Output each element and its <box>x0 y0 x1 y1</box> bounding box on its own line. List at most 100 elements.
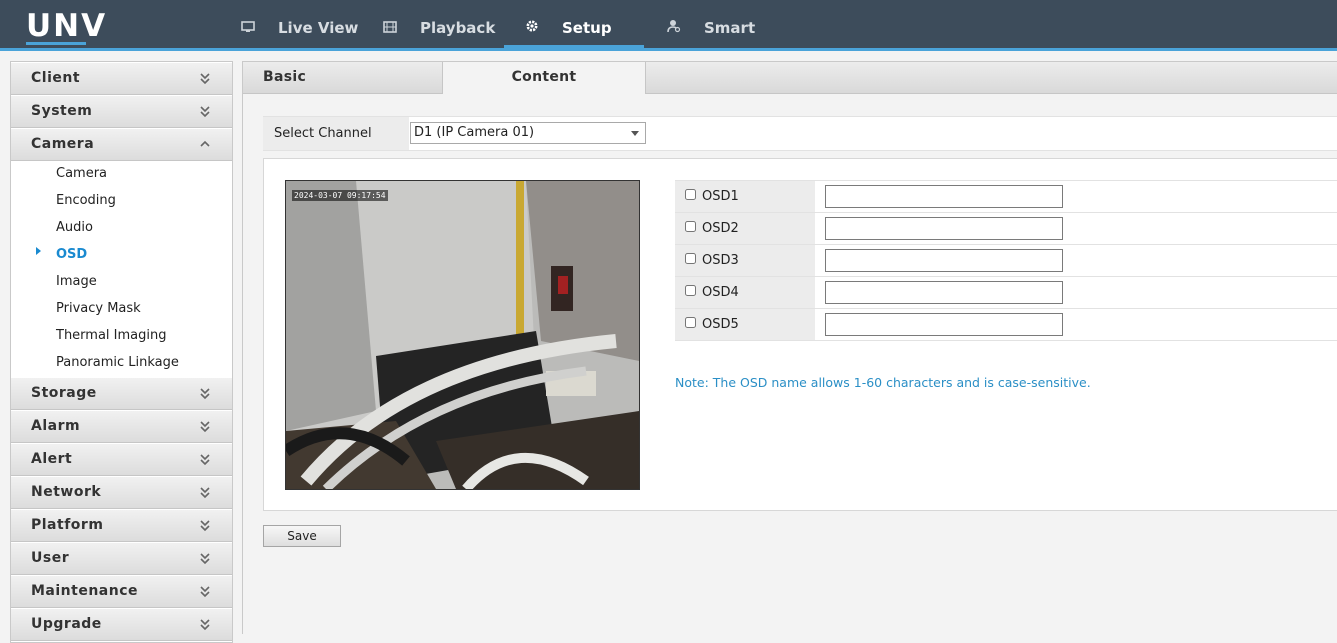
osd3-text-field[interactable] <box>825 249 1063 272</box>
nav-live-view-label: Live View <box>278 19 359 37</box>
osd-row-3: OSD3 <box>675 245 1337 277</box>
preview-timestamp: 2024-03-07 09:17:54 <box>292 190 388 201</box>
sidebar: Client System Camera Camera Encoding Aud… <box>10 61 233 643</box>
sidebar-section-label: Client <box>31 70 81 86</box>
osd-row-4: OSD4 <box>675 277 1337 309</box>
osd-panel: 2024-03-07 09:17:54 OSD1 OSD2 OSD3 OSD4 … <box>263 158 1337 511</box>
osd3-checkbox[interactable] <box>685 253 696 264</box>
osd4-checkbox[interactable] <box>685 285 696 296</box>
sidebar-section-label: Alert <box>31 451 73 467</box>
channel-label: Select Channel <box>263 117 409 150</box>
sidebar-section-label: User <box>31 550 70 566</box>
chevron-double-down-icon <box>200 487 210 499</box>
sidebar-item-image[interactable]: Image <box>56 274 97 289</box>
osd-row-2: OSD2 <box>675 213 1337 245</box>
sidebar-section-maintenance[interactable]: Maintenance <box>11 575 232 608</box>
osd1-text-field[interactable] <box>825 185 1063 208</box>
sidebar-section-camera[interactable]: Camera <box>11 128 232 161</box>
chevron-double-down-icon <box>200 553 210 565</box>
sidebar-section-label: Alarm <box>31 418 81 434</box>
osd2-label: OSD2 <box>702 221 739 236</box>
osd3-label: OSD3 <box>702 253 739 268</box>
nav-smart[interactable]: Smart <box>666 0 755 48</box>
osd-label-cell: OSD2 <box>675 213 815 244</box>
channel-select[interactable]: D1 (IP Camera 01) <box>410 122 646 144</box>
camera-preview[interactable]: 2024-03-07 09:17:54 <box>285 180 640 490</box>
chevron-double-down-icon <box>200 73 210 85</box>
sidebar-section-alarm[interactable]: Alarm <box>11 410 232 443</box>
sidebar-item-thermal-imaging[interactable]: Thermal Imaging <box>56 328 167 343</box>
sidebar-section-label: Platform <box>31 517 104 533</box>
sidebar-section-system[interactable]: System <box>11 95 232 128</box>
main-content: Basic Content Select Channel D1 (IP Came… <box>242 61 1337 634</box>
chevron-double-down-icon <box>200 421 210 433</box>
chevron-double-down-icon <box>200 106 210 118</box>
sidebar-section-storage[interactable]: Storage <box>11 377 232 410</box>
chevron-up-icon <box>200 140 210 147</box>
sidebar-item-camera[interactable]: Camera <box>56 166 107 181</box>
channel-row: Select Channel D1 (IP Camera 01) <box>263 116 1337 151</box>
dropdown-arrow-icon <box>631 131 639 136</box>
sidebar-item-osd[interactable]: OSD <box>56 247 87 262</box>
sidebar-item-privacy-mask[interactable]: Privacy Mask <box>56 301 141 316</box>
chevron-double-down-icon <box>200 388 210 400</box>
tab-basic[interactable]: Basic <box>243 62 443 93</box>
chevron-double-down-icon <box>200 454 210 466</box>
sidebar-section-network[interactable]: Network <box>11 476 232 509</box>
film-icon <box>382 1 398 57</box>
osd4-text-field[interactable] <box>825 281 1063 304</box>
top-navigation-bar: UNV Live View Playback Setup Smart <box>0 0 1337 51</box>
channel-select-value: D1 (IP Camera 01) <box>414 125 535 140</box>
sidebar-section-platform[interactable]: Platform <box>11 509 232 542</box>
nav-setup[interactable]: Setup <box>524 0 612 48</box>
active-item-arrow-icon <box>36 247 41 255</box>
osd-table: OSD1 OSD2 OSD3 OSD4 OSD5 <box>675 180 1337 341</box>
nav-setup-label: Setup <box>562 19 612 37</box>
monitor-icon <box>240 1 256 57</box>
tab-bar: Basic Content <box>243 62 1337 94</box>
osd-label-cell: OSD1 <box>675 181 815 212</box>
person-search-icon <box>666 1 682 57</box>
osd-label-cell: OSD5 <box>675 309 815 340</box>
sidebar-item-encoding[interactable]: Encoding <box>56 193 116 208</box>
logo-underline <box>26 42 86 45</box>
nav-playback-label: Playback <box>420 19 496 37</box>
tab-content[interactable]: Content <box>443 62 646 94</box>
sidebar-section-client[interactable]: Client <box>11 62 232 95</box>
sidebar-section-label: Maintenance <box>31 583 139 599</box>
sidebar-section-upgrade[interactable]: Upgrade <box>11 608 232 641</box>
chevron-double-down-icon <box>200 586 210 598</box>
sidebar-section-label: System <box>31 103 93 119</box>
sidebar-section-label: Upgrade <box>31 616 102 632</box>
osd1-label: OSD1 <box>702 189 739 204</box>
osd2-checkbox[interactable] <box>685 221 696 232</box>
osd-name-note: Note: The OSD name allows 1-60 character… <box>675 375 1091 390</box>
osd-row-5: OSD5 <box>675 309 1337 341</box>
camera-preview-image <box>286 181 639 489</box>
sidebar-item-audio[interactable]: Audio <box>56 220 93 235</box>
osd5-label: OSD5 <box>702 317 739 332</box>
nav-playback[interactable]: Playback <box>382 0 495 48</box>
chevron-double-down-icon <box>200 520 210 532</box>
sidebar-section-user[interactable]: User <box>11 542 232 575</box>
nav-smart-label: Smart <box>704 19 756 37</box>
osd-label-cell: OSD4 <box>675 277 815 308</box>
sidebar-section-label: Camera <box>31 136 95 152</box>
osd-row-1: OSD1 <box>675 180 1337 213</box>
osd2-text-field[interactable] <box>825 217 1063 240</box>
chevron-double-down-icon <box>200 619 210 631</box>
nav-live-view[interactable]: Live View <box>240 0 358 48</box>
sidebar-section-alert[interactable]: Alert <box>11 443 232 476</box>
save-button[interactable]: Save <box>263 525 341 547</box>
logo: UNV <box>26 8 108 44</box>
sidebar-section-label: Network <box>31 484 102 500</box>
osd5-checkbox[interactable] <box>685 317 696 328</box>
active-nav-indicator <box>504 45 644 48</box>
sidebar-item-panoramic-linkage[interactable]: Panoramic Linkage <box>56 355 179 370</box>
gear-icon <box>524 1 540 57</box>
osd4-label: OSD4 <box>702 285 739 300</box>
osd5-text-field[interactable] <box>825 313 1063 336</box>
osd-label-cell: OSD3 <box>675 245 815 276</box>
osd1-checkbox[interactable] <box>685 189 696 200</box>
sidebar-section-label: Storage <box>31 385 97 401</box>
